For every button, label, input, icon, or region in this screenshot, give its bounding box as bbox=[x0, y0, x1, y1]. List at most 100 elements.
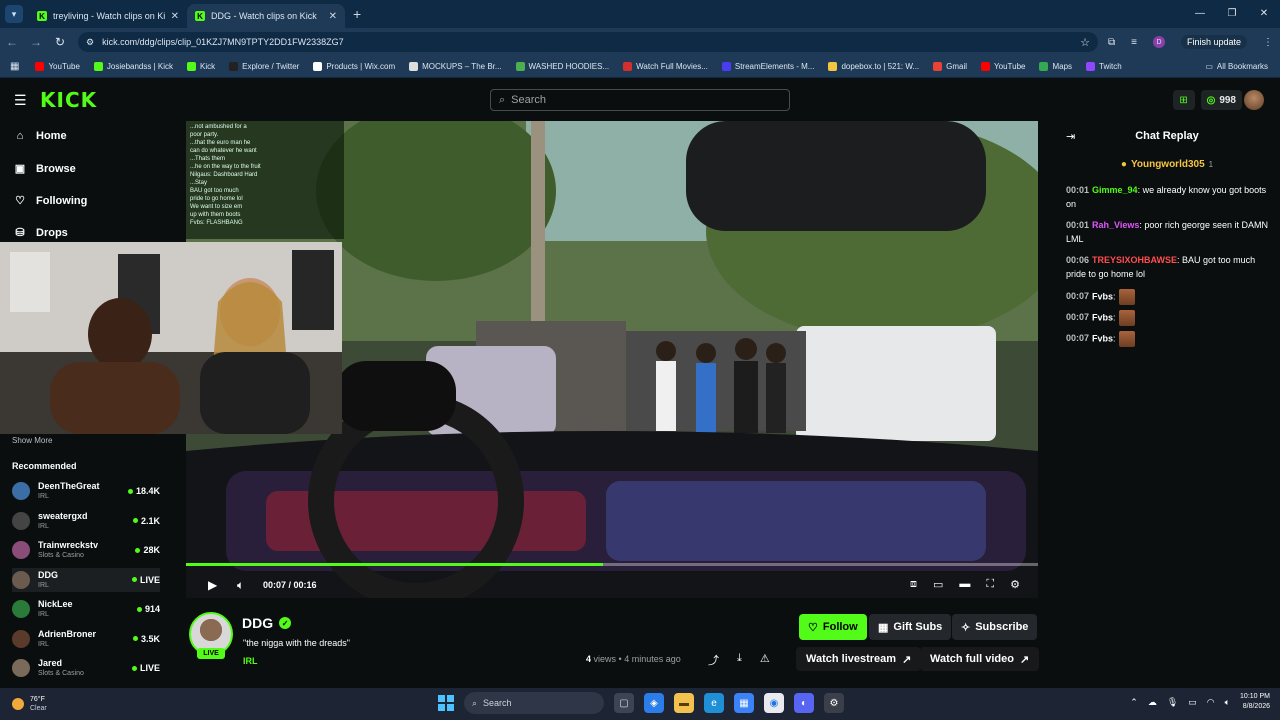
pinned-gifter[interactable]: ● Youngworld305 1 bbox=[1054, 156, 1280, 172]
close-tab-icon[interactable]: ✕ bbox=[171, 11, 179, 22]
overlay-chat-line: poor party. bbox=[190, 132, 219, 138]
hamburger-menu-icon[interactable]: ☰ bbox=[14, 92, 27, 109]
menu-dots-icon[interactable]: ⋮ bbox=[1263, 37, 1273, 48]
chat-username[interactable]: Fvbs bbox=[1092, 312, 1113, 322]
recommended-channel[interactable]: DeenTheGreat IRL 18.4K bbox=[12, 479, 160, 503]
minimize-icon[interactable]: — bbox=[1184, 0, 1216, 28]
play-icon[interactable]: ▶ bbox=[208, 578, 217, 592]
kick-logo[interactable]: KICK bbox=[40, 88, 97, 112]
bookmark-item[interactable]: YouTube bbox=[981, 62, 1025, 71]
recommended-channel[interactable]: Trainwreckstv Slots & Casino 28K bbox=[12, 538, 160, 562]
chat-username[interactable]: TREYSIXOHBAWSE bbox=[1092, 255, 1177, 265]
bookmark-item[interactable]: StreamElements - M... bbox=[721, 62, 814, 71]
app-icon[interactable]: ⚙ bbox=[824, 693, 844, 713]
weather-widget[interactable]: 76°F Clear bbox=[12, 695, 47, 713]
recommended-channel[interactable]: sweatergxd IRL 2.1K bbox=[12, 509, 160, 533]
task-view-icon[interactable]: ▢ bbox=[614, 693, 634, 713]
display-icon[interactable]: ▭ bbox=[1188, 697, 1197, 708]
new-tab-icon[interactable]: + bbox=[353, 6, 361, 22]
bookmark-item[interactable]: Twitch bbox=[1086, 62, 1122, 71]
channel-name[interactable]: DDG bbox=[242, 615, 273, 631]
collapse-chat-icon[interactable]: ⇥ bbox=[1066, 130, 1075, 143]
network-icon[interactable]: ☁ bbox=[1148, 697, 1157, 708]
bookmark-item[interactable]: Maps bbox=[1039, 62, 1072, 71]
recommended-channel[interactable]: NickLee IRL 914 bbox=[12, 597, 160, 621]
windows-start-icon[interactable] bbox=[438, 695, 454, 711]
wifi-icon[interactable]: ◠ bbox=[1207, 697, 1215, 708]
recommended-channel[interactable]: AdrienBroner IRL 3.5K bbox=[12, 627, 160, 651]
chat-username[interactable]: Rah_Views bbox=[1092, 220, 1139, 230]
edge-icon[interactable]: e bbox=[704, 693, 724, 713]
bookmark-item[interactable]: Products | Wix.com bbox=[313, 62, 395, 71]
tray-chevron-icon[interactable]: ⌃ bbox=[1130, 697, 1138, 708]
extensions-icon[interactable]: ⧉ bbox=[1108, 37, 1115, 48]
chat-username[interactable]: Fvbs bbox=[1092, 333, 1113, 343]
bookmark-item[interactable]: MOCKUPS – The Br... bbox=[409, 62, 502, 71]
close-window-icon[interactable]: ✕ bbox=[1248, 0, 1280, 28]
nav-drops[interactable]: ⛁ Drops bbox=[14, 226, 67, 240]
watch-full-video-button[interactable]: Watch full video ↗ bbox=[920, 647, 1040, 671]
media-icon[interactable]: ≡ bbox=[1131, 37, 1137, 48]
speaker-icon[interactable]: 🔈︎ bbox=[1225, 697, 1230, 708]
bookmark-item[interactable]: YouTube bbox=[35, 62, 80, 71]
pip-icon[interactable]: ⧈ bbox=[910, 578, 917, 591]
progress-bar[interactable] bbox=[186, 563, 1038, 566]
file-explorer-icon[interactable]: ▬ bbox=[674, 693, 694, 713]
bookmark-star-icon[interactable]: ☆ bbox=[1080, 36, 1090, 49]
watch-livestream-button[interactable]: Watch livestream ↗ bbox=[796, 647, 922, 671]
bookmark-item[interactable]: Explore / Twitter bbox=[229, 62, 299, 71]
gift-subs-button[interactable]: ▦ Gift Subs bbox=[869, 614, 952, 640]
share-icon[interactable]: ⤴ bbox=[708, 652, 719, 668]
restore-icon[interactable]: ❐ bbox=[1216, 0, 1248, 28]
reload-icon[interactable]: ↻ bbox=[48, 35, 72, 49]
chat-username[interactable]: Fvbs bbox=[1092, 291, 1113, 301]
fullscreen-icon[interactable]: ⛶ bbox=[986, 578, 994, 591]
bookmark-item[interactable]: Gmail bbox=[933, 62, 967, 71]
coins-button[interactable]: ◎ 998 bbox=[1200, 90, 1242, 110]
user-avatar[interactable] bbox=[1244, 90, 1264, 110]
bookmark-item[interactable]: Josiebandss | Kick bbox=[93, 62, 173, 71]
browser-tab-1[interactable]: K treyliving - Watch clips on Kick ✕ bbox=[29, 4, 187, 28]
bookmark-item[interactable]: WASHED HOODIES... bbox=[515, 62, 609, 71]
recommended-channel[interactable]: DDG IRL LIVE bbox=[12, 567, 160, 592]
settings-gear-icon[interactable]: ⚙ bbox=[1010, 578, 1020, 591]
all-bookmarks-button[interactable]: ▭ All Bookmarks bbox=[1205, 62, 1268, 71]
apps-grid-icon[interactable]: ▦ bbox=[10, 61, 19, 72]
theater-icon[interactable]: ▬ bbox=[959, 578, 970, 591]
bookmark-item[interactable]: Watch Full Movies... bbox=[623, 62, 708, 71]
rewards-icon[interactable]: ⊞ bbox=[1172, 90, 1195, 110]
taskbar-search[interactable]: ⌕ Search bbox=[464, 692, 604, 714]
forward-icon[interactable]: → bbox=[24, 35, 48, 49]
discord-icon[interactable]: ◐ bbox=[794, 693, 814, 713]
captions-icon[interactable]: ▭ bbox=[933, 578, 943, 591]
site-search-input[interactable]: ⌕ Search bbox=[490, 89, 790, 111]
url-bar[interactable]: ⚙ kick.com/ddg/clips/clip_01KZJ7MN9TPTY2… bbox=[78, 32, 1098, 52]
download-icon[interactable]: ⤓ bbox=[737, 652, 742, 668]
bookmark-item[interactable]: dopebox.to | 521: W... bbox=[828, 62, 919, 71]
mic-icon[interactable]: 🎙︎ bbox=[1167, 697, 1178, 708]
nav-following[interactable]: ♡ Following bbox=[14, 194, 87, 208]
bookmark-item[interactable]: Kick bbox=[187, 62, 215, 71]
back-icon[interactable]: ← bbox=[0, 35, 24, 49]
category-link[interactable]: IRL bbox=[243, 656, 258, 666]
follow-button[interactable]: ♡ Follow bbox=[799, 614, 867, 640]
subscribe-button[interactable]: ✧ Subscribe bbox=[952, 614, 1038, 640]
site-info-icon[interactable]: ⚙ bbox=[86, 37, 94, 48]
nav-home[interactable]: ⌂ Home bbox=[14, 130, 67, 142]
tab-search-icon[interactable]: ▾ bbox=[5, 5, 23, 23]
show-more-link[interactable]: Show More bbox=[12, 436, 52, 445]
recommended-channel[interactable]: Jared Slots & Casino LIVE bbox=[12, 656, 160, 680]
profile-avatar[interactable]: D bbox=[1152, 36, 1165, 48]
chrome-icon[interactable]: ◉ bbox=[764, 693, 784, 713]
volume-icon[interactable]: 🔈︎ bbox=[237, 578, 244, 593]
finish-update-button[interactable]: Finish update bbox=[1180, 35, 1248, 49]
chat-username[interactable]: Gimme_94 bbox=[1092, 185, 1138, 195]
report-icon[interactable]: ⚠ bbox=[760, 652, 770, 668]
copilot-icon[interactable]: ◈ bbox=[644, 693, 664, 713]
clock[interactable]: 10:10 PM 8/8/2026 bbox=[1240, 692, 1270, 712]
store-icon[interactable]: ▦ bbox=[734, 693, 754, 713]
browser-tab-2[interactable]: K DDG - Watch clips on Kick ✕ bbox=[187, 4, 345, 28]
viewer-count: 28K bbox=[135, 545, 160, 555]
close-tab-icon[interactable]: ✕ bbox=[329, 11, 337, 22]
nav-browse[interactable]: ▣ Browse bbox=[14, 162, 76, 176]
